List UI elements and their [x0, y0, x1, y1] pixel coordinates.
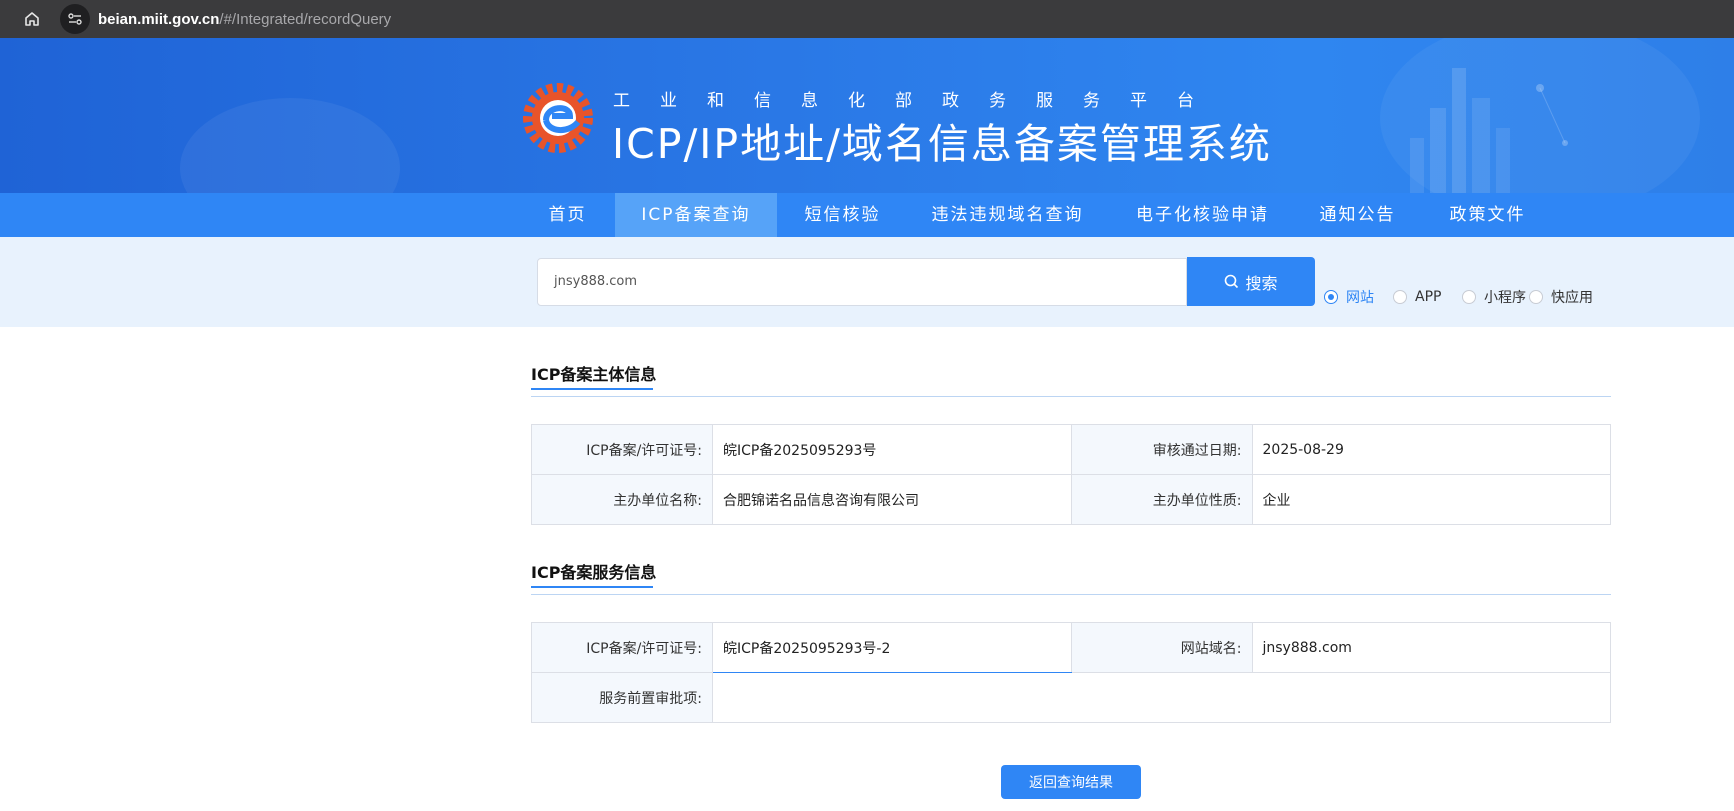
system-title: ICP/IP地址/域名信息备案管理系统 [612, 120, 1272, 168]
url-path: /#/Integrated/recordQuery [219, 10, 392, 28]
field-value: 合肥锦诺名品信息咨询有限公司 [712, 474, 1072, 525]
radio-website[interactable]: 网站 [1324, 287, 1374, 307]
table-row: ICP备案/许可证号: 皖ICP备2025095293号 审核通过日期: 202… [531, 424, 1611, 475]
field-value: 企业 [1251, 474, 1611, 525]
field-label: 主办单位名称: [531, 474, 713, 525]
nav-sms-verify[interactable]: 短信核验 [790, 193, 895, 237]
field-label: ICP备案/许可证号: [531, 622, 713, 673]
search-input[interactable]: jnsy888.com [537, 258, 1187, 306]
radio-dot [1324, 290, 1338, 304]
field-label: 主办单位性质: [1070, 474, 1253, 525]
section-underline [531, 388, 653, 390]
url-host: beian.miit.gov.cn [98, 10, 220, 28]
nav-icp-query[interactable]: ICP备案查询 [615, 193, 777, 237]
table-row: ICP备案/许可证号: 皖ICP备2025095293号-2 网站域名: jns… [531, 622, 1611, 673]
nav-illegal-domain-query[interactable]: 违法违规域名查询 [925, 193, 1090, 237]
radio-app[interactable]: APP [1393, 287, 1441, 307]
field-value: 2025-08-29 [1251, 424, 1611, 475]
home-icon[interactable] [18, 5, 46, 33]
field-value: 皖ICP备2025095293号 [712, 424, 1072, 475]
back-to-results-button[interactable]: 返回查询结果 [1001, 765, 1141, 799]
section-underline [531, 586, 653, 588]
radio-label: 小程序 [1484, 290, 1526, 306]
nav-electronic-verify[interactable]: 电子化核验申请 [1130, 193, 1275, 237]
search-button[interactable]: 搜索 [1187, 257, 1315, 306]
field-value: jnsy888.com [1251, 622, 1611, 673]
nav-policy-docs[interactable]: 政策文件 [1440, 193, 1535, 237]
browser-toolbar: beian.miit.gov.cn/#/Integrated/recordQue… [0, 0, 1734, 38]
field-value: 皖ICP备2025095293号-2 [712, 622, 1072, 673]
header-banner: 工业和信息化部政务服务平台 ICP/IP地址/域名信息备案管理系统 [0, 38, 1734, 193]
radio-quick-app[interactable]: 快应用 [1529, 287, 1593, 307]
miit-logo [523, 83, 593, 153]
radio-dot [1393, 290, 1407, 304]
service-info-title: ICP备案服务信息 [531, 563, 657, 582]
main-nav: 首页 ICP备案查询 短信核验 违法违规域名查询 电子化核验申请 通知公告 政策… [0, 193, 1734, 237]
search-area: jnsy888.com 搜索 网站 APP 小程序 快应用 [0, 237, 1734, 327]
field-label: 网站域名: [1070, 622, 1253, 673]
banner-decoration [180, 98, 400, 193]
field-value [712, 672, 1611, 723]
platform-subtitle: 工业和信息化部政务服务平台 [613, 91, 1224, 111]
radio-dot [1462, 290, 1476, 304]
subject-info-table: ICP备案/许可证号: 皖ICP备2025095293号 审核通过日期: 202… [531, 424, 1611, 525]
radio-label: 网站 [1346, 290, 1374, 306]
skyline-decoration [1410, 68, 1568, 193]
service-info-table: ICP备案/许可证号: 皖ICP备2025095293号-2 网站域名: jns… [531, 622, 1611, 723]
site-info-icon[interactable] [60, 4, 90, 34]
section-divider [531, 396, 1611, 397]
radio-label: 快应用 [1551, 290, 1593, 306]
field-label: 审核通过日期: [1070, 424, 1253, 475]
radio-label: APP [1415, 289, 1442, 305]
search-icon [1225, 274, 1239, 289]
nav-home[interactable]: 首页 [530, 193, 605, 237]
search-button-label: 搜索 [1245, 273, 1278, 293]
radio-dot [1529, 290, 1543, 304]
subject-info-title: ICP备案主体信息 [531, 365, 657, 384]
url-text[interactable]: beian.miit.gov.cn/#/Integrated/recordQue… [98, 11, 391, 28]
section-divider [531, 594, 1611, 595]
nav-notices[interactable]: 通知公告 [1310, 193, 1405, 237]
field-label: 服务前置审批项: [531, 672, 713, 723]
field-label: ICP备案/许可证号: [531, 424, 713, 475]
radio-mini-program[interactable]: 小程序 [1462, 287, 1526, 307]
address-bar[interactable]: beian.miit.gov.cn/#/Integrated/recordQue… [60, 4, 391, 34]
table-row: 主办单位名称: 合肥锦诺名品信息咨询有限公司 主办单位性质: 企业 [531, 474, 1611, 525]
table-row: 服务前置审批项: [531, 672, 1611, 723]
